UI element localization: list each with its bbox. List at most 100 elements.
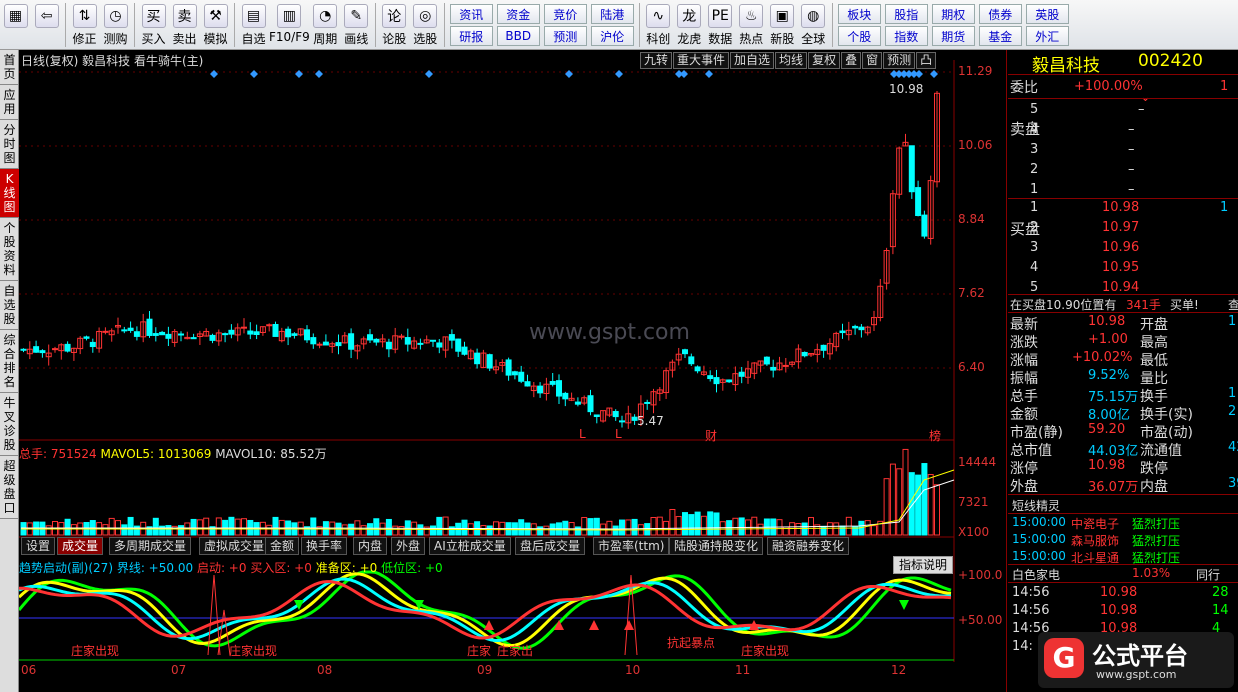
toolbar-text-button[interactable]: 股指 (884, 4, 928, 24)
buy-label: 买盘 (1010, 220, 1041, 238)
toolbar-label: 画线 (344, 32, 369, 46)
toolbar.buttons-buy-button[interactable]: 买买入 (138, 0, 169, 49)
left-tab-4[interactable]: 个股资料 (0, 218, 19, 281)
candle-body (612, 411, 619, 418)
volume-mavol10: MAVOL10: 85.52万 (215, 447, 327, 461)
toolbar.buttons-select-stock-button[interactable]: ◎ 选股 (410, 0, 441, 49)
toolbar-text-button[interactable]: 外汇 (1025, 26, 1069, 46)
toolbar.buttons-pen-button[interactable]: ✎ 画线 (341, 0, 372, 49)
toolbar.buttons-up-down-button[interactable]: ⇅ 修正 (69, 0, 100, 49)
volume-bar (631, 518, 638, 536)
toolbar-text-button[interactable]: BBD (496, 26, 540, 46)
toolbar.buttons-discuss-button[interactable]: 论论股 (379, 0, 410, 49)
chart-marker: 榜 (929, 429, 942, 443)
volume-bar (430, 525, 436, 536)
candle-body (310, 337, 317, 345)
toolbar-text-button[interactable]: 英股 (1025, 4, 1069, 24)
sub-tab-12[interactable]: 融资融券变化 (767, 537, 850, 555)
left-tab-0[interactable]: 首页 (0, 50, 19, 85)
left-tab-2[interactable]: 分时图 (0, 120, 19, 169)
left-tab-8[interactable]: 超级盘口 (0, 456, 19, 519)
sub-tab-6[interactable]: 内盘 (353, 537, 388, 555)
toolbar.right_buttons-new-stock-button[interactable]: ▣ 新股 (767, 0, 798, 49)
left-tab-7[interactable]: 牛叉诊股 (0, 393, 19, 456)
toolbar.buttons-sell-button[interactable]: 卖卖出 (169, 0, 200, 49)
toolbar-text-button[interactable]: 基金 (978, 26, 1022, 46)
toolbar.right_buttons-globe-button[interactable]: ◍ 全球 (798, 0, 829, 49)
chart-marker: L (579, 427, 586, 441)
indicator-annotation: 庄家出现 (229, 644, 278, 658)
sub-tab-9[interactable]: 盘后成交量 (515, 537, 586, 555)
sub-tab-5[interactable]: 换手率 (301, 537, 348, 555)
candle-body (682, 349, 688, 355)
sub-tab-7[interactable]: 外盘 (391, 537, 426, 555)
volume-bar (203, 517, 210, 536)
left-tab-6[interactable]: 综合排名 (0, 330, 19, 393)
candle-body (619, 420, 625, 423)
left-tab-1[interactable]: 应用 (0, 85, 19, 120)
toolbar.buttons-grid-button[interactable]: ▦ (0, 0, 31, 49)
toolbar-text-button[interactable]: 指数 (884, 26, 928, 46)
toolbar-text-button[interactable]: 资金 (496, 4, 540, 24)
new-stock-icon: ▣ (770, 4, 795, 28)
toolbar-separator (134, 3, 135, 47)
volume-bar (543, 525, 550, 536)
toolbar.buttons-back-arrow-button[interactable]: ⇦ (31, 0, 62, 49)
volume-bar (625, 519, 632, 536)
volume-bar (373, 518, 380, 536)
toolbar.right_buttons-chart-button[interactable]: ∿ 科创 (643, 0, 674, 49)
toolbar-text-button[interactable]: 陆港 (590, 4, 634, 24)
sub-tab-1[interactable]: 成交量 (57, 537, 104, 555)
toolbar.right_buttons-dragon-button[interactable]: 龙龙虎 (674, 0, 705, 49)
toolbar.buttons-hammer-button[interactable]: ⚒ 模拟 (200, 0, 231, 49)
sub-tab-2[interactable]: 多周期成交量 (109, 537, 192, 555)
candle-body (549, 380, 556, 385)
left-tab-5[interactable]: 自选股 (0, 281, 19, 330)
fire-icon: ♨ (739, 4, 764, 28)
select-stock-icon: ◎ (413, 4, 438, 28)
toolbar.right_buttons-pe-button[interactable]: PE 数据 (705, 0, 736, 49)
toolbar-text-button[interactable]: 板块 (837, 4, 881, 24)
sub-tab-11[interactable]: 陆股通持股变化 (669, 537, 764, 555)
toolbar-text-button[interactable]: 债券 (978, 4, 1022, 24)
sub-tab-10[interactable]: 市盈率(ttm) (593, 537, 670, 555)
chart-area[interactable]: 日线(复权) 毅昌科技 看牛骑牛(主) 九转 重大事件 加自选 均线 复权叠窗预测凸 w… (19, 50, 1007, 692)
toolbar-text-button[interactable]: 预测 (543, 26, 587, 46)
toolbar-label: F10/F9 (269, 30, 310, 44)
volume-bar (196, 519, 203, 536)
toolbar.buttons-f10-button[interactable]: ▥ F10/F9 (269, 0, 310, 49)
toolbar.right_buttons-fire-button[interactable]: ♨ 热点 (736, 0, 767, 49)
chart-marker: L (615, 427, 622, 441)
toolbar-text-button[interactable]: 沪伦 (590, 26, 634, 46)
price-axis-label: 10.06 (958, 138, 993, 152)
stat-value: 9.52% (1088, 368, 1130, 383)
toolbar-text-button[interactable]: 个股 (837, 26, 881, 46)
toolbar-text-button[interactable]: 竞价 (543, 4, 587, 24)
volume-bar (713, 512, 720, 536)
toolbar-separator (638, 3, 640, 47)
toolbar-label: 热点 (739, 32, 764, 46)
volume-bar (486, 525, 493, 536)
sub-tab-4[interactable]: 金额 (265, 537, 300, 555)
volume-bar (694, 511, 701, 536)
toolbar.buttons-clock-button[interactable]: ◷ 测购 (100, 0, 131, 49)
sell-level-price: – (1128, 142, 1135, 157)
toolbar-text-button[interactable]: 资讯 (449, 4, 493, 24)
sub-tab-0[interactable]: 设置 (21, 537, 56, 555)
left-tab-3[interactable]: K线图 (0, 169, 19, 218)
toolbar-text-button[interactable]: 期权 (931, 4, 975, 24)
sub-tab-3[interactable]: 虚拟成交量 (199, 537, 270, 555)
toolbar.buttons-folder-button[interactable]: ▤ 自选 (238, 0, 269, 49)
volume-bar (751, 516, 758, 536)
stat-value: 44.03亿 (1088, 444, 1139, 459)
indicator-explain-button[interactable]: 指标说明 (893, 556, 954, 574)
indicator-prep: 准备区: +0 (315, 561, 378, 575)
buy-level-price: 10.94 (1102, 280, 1140, 295)
toolbar.buttons-cycle-button[interactable]: ◔ 周期 (310, 0, 341, 49)
volume-bar (442, 516, 449, 536)
volume-bar (593, 517, 600, 536)
sub-tab-8[interactable]: AI立桩成交量 (429, 537, 511, 555)
toolbar-text-button[interactable]: 研报 (449, 26, 493, 46)
toolbar-text-button[interactable]: 期货 (931, 26, 975, 46)
sell-label: 卖盘 (1010, 120, 1041, 138)
